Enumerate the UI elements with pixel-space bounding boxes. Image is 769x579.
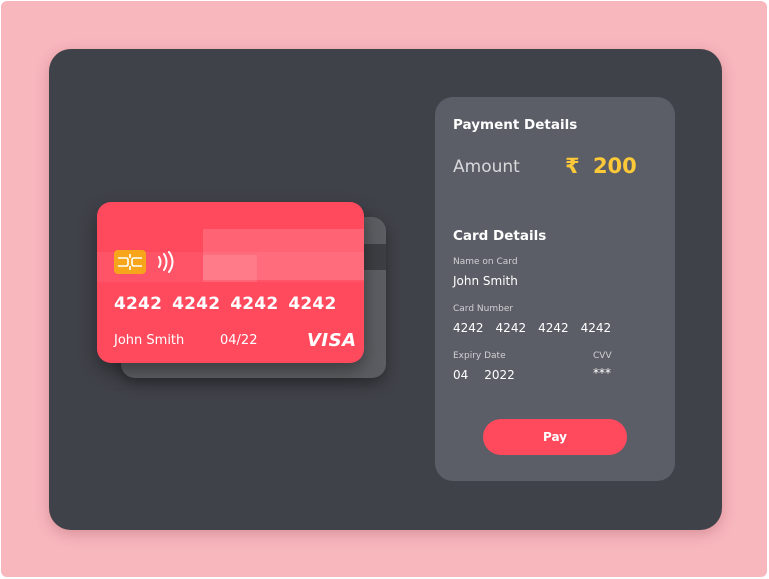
payment-details-panel: Payment Details Amount ₹ 200 Card Detail…: [435, 97, 675, 481]
pay-button[interactable]: Pay: [483, 419, 627, 455]
card-number-group: 4242: [580, 321, 612, 335]
card-details-title: Card Details: [453, 228, 547, 244]
card-decoration-small: [203, 255, 257, 282]
cvv-field[interactable]: ***: [593, 366, 611, 380]
expiry-month: 04: [453, 368, 469, 382]
card-number-group: 4242: [230, 294, 279, 314]
card-number-field[interactable]: 4242 4242 4242 4242: [453, 321, 623, 335]
card-expiry: 04/22: [220, 333, 258, 348]
expiry-date-label: Expiry Date: [453, 351, 506, 361]
card-number-group: 4242: [172, 294, 221, 314]
amount-number: 200: [592, 154, 637, 178]
card-number-group: 4242: [453, 321, 484, 335]
card-number-group: 4242: [495, 321, 527, 335]
checkout-panel: 4242 4242 4242 4242 John Smith 04/22 VISA P…: [49, 49, 722, 530]
card-holder-name: John Smith: [114, 333, 185, 348]
cvv-label: CVV: [593, 351, 612, 361]
name-on-card-label: Name on Card: [453, 257, 518, 267]
card-chip-icon: [114, 250, 146, 274]
expiry-date-field[interactable]: 04 2022: [453, 368, 527, 382]
credit-card: 4242 4242 4242 4242 John Smith 04/22 VISA: [97, 202, 364, 363]
card-number-label: Card Number: [453, 304, 514, 314]
page-background: 4242 4242 4242 4242 John Smith 04/22 VISA P…: [1, 1, 767, 577]
name-on-card-field[interactable]: John Smith: [453, 274, 518, 288]
rupee-icon: ₹: [565, 154, 580, 178]
card-number-group: 4242: [114, 294, 163, 314]
visa-logo: VISA: [307, 330, 357, 351]
amount-value: ₹ 200: [565, 154, 637, 178]
amount-label: Amount: [453, 157, 520, 177]
card-number-group: 4242: [288, 294, 337, 314]
payment-details-title: Payment Details: [453, 117, 578, 133]
card-number: 4242 4242 4242 4242: [114, 294, 347, 314]
expiry-year: 2022: [484, 368, 515, 382]
contactless-icon: [154, 249, 180, 275]
card-number-group: 4242: [538, 321, 569, 335]
